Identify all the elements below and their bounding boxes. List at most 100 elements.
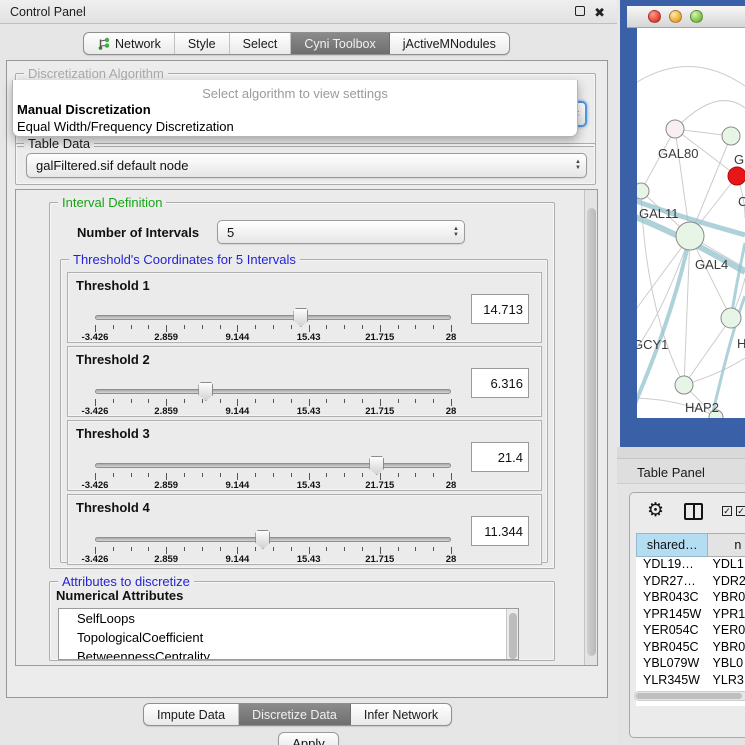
algorithm-option[interactable]: Manual Discretization xyxy=(13,101,577,118)
table-data-group-title: Table Data xyxy=(24,136,94,151)
apply-button[interactable]: Apply xyxy=(278,732,339,745)
tick-label: 21.715 xyxy=(365,480,394,491)
column-header[interactable]: n xyxy=(708,533,745,557)
control-panel-tabs: Network Style Select Cyni Toolbox jActiveMNo… xyxy=(83,32,510,55)
algorithm-popup-hint: Select algorithm to view settings xyxy=(13,80,577,101)
threshold-label: Threshold 3 xyxy=(76,426,150,441)
settings-scrollbar[interactable] xyxy=(584,190,597,665)
tick-label: 9.144 xyxy=(226,332,250,343)
network-icon xyxy=(97,37,110,50)
node-label: GCY1 xyxy=(637,337,668,352)
tab-label: jActiveMNodules xyxy=(403,37,496,51)
tab-label: Select xyxy=(243,37,278,51)
table-row[interactable]: YLR345WYLR3 xyxy=(636,673,745,690)
column-header[interactable]: shared… xyxy=(636,533,708,557)
numerical-attributes-label: Numerical Attributes xyxy=(56,588,183,603)
tab-discretize-data[interactable]: Discretize Data xyxy=(239,704,351,725)
thresholds-group: Threshold's Coordinates for 5 Intervals … xyxy=(60,259,548,563)
list-scrollbar[interactable] xyxy=(506,609,518,659)
table-row[interactable]: YER054CYER0 xyxy=(636,623,745,640)
minimize-traffic-light-icon[interactable] xyxy=(669,10,682,23)
tick-label: 2.859 xyxy=(154,406,178,417)
network-node[interactable] xyxy=(676,222,704,250)
network-node[interactable] xyxy=(675,376,693,394)
network-node[interactable] xyxy=(666,120,684,138)
tab-label: Discretize Data xyxy=(252,708,337,722)
network-canvas[interactable]: GAL80G.GAL11CGAL4GCY1HHAP2 xyxy=(637,28,745,418)
table-row[interactable]: YPR145WYPR1 xyxy=(636,607,745,624)
tab-impute-data[interactable]: Impute Data xyxy=(144,704,239,725)
tick-label: -3.426 xyxy=(82,406,109,417)
table-row[interactable]: YBL079WYBL0 xyxy=(636,656,745,673)
table-row[interactable]: YDR27…YDR2 xyxy=(636,574,745,591)
tab-style[interactable]: Style xyxy=(175,33,230,54)
tick-label: -3.426 xyxy=(82,554,109,565)
close-icon[interactable]: ✖ xyxy=(594,5,605,21)
tick-label: 21.715 xyxy=(365,406,394,417)
screen: Control Panel ✖ NetworkStyleSelectCyni T… xyxy=(0,0,745,745)
tick-label: 9.144 xyxy=(226,554,250,565)
tab-network[interactable]: Network xyxy=(84,33,175,54)
zoom-traffic-light-icon[interactable] xyxy=(690,10,703,23)
select-all-checkbox-icon[interactable]: ✓ xyxy=(722,506,732,516)
table-row[interactable]: YBR043CYBR0 xyxy=(636,590,745,607)
attribute-list-item[interactable]: TopologicalCoefficient xyxy=(59,628,518,647)
node-label: H xyxy=(737,336,745,351)
number-of-intervals-combobox[interactable]: 5 ▲▼ xyxy=(217,220,465,244)
interval-definition-title: Interval Definition xyxy=(58,195,166,210)
deselect-checkbox-icon[interactable]: ✓ xyxy=(736,506,745,516)
tab-select[interactable]: Select xyxy=(230,33,292,54)
tick-label: 15.43 xyxy=(297,480,321,491)
tick-label: 21.715 xyxy=(365,554,394,565)
number-of-intervals-label: Number of Intervals xyxy=(77,225,199,240)
threshold-panel: Threshold 1-3.4262.8599.14415.4321.71528… xyxy=(67,272,542,343)
thresholds-group-title: Threshold's Coordinates for 5 Intervals xyxy=(69,252,300,267)
network-edge[interactable] xyxy=(675,101,745,129)
attribute-list-item[interactable]: BetweennessCentrality xyxy=(59,647,518,660)
node-label: GAL11 xyxy=(639,206,679,221)
network-node[interactable] xyxy=(721,308,741,328)
cyni-mode-tabs: Impute Data Discretize Data Infer Network xyxy=(143,703,452,726)
threshold-label: Threshold 2 xyxy=(76,352,150,367)
network-window-titlebar xyxy=(627,6,745,28)
combo-arrows-icon: ▲▼ xyxy=(448,227,464,238)
network-edge[interactable] xyxy=(684,318,731,385)
threshold-value-field[interactable]: 11.344 xyxy=(471,516,529,546)
network-view-window: GAL80G.GAL11CGAL4GCY1HHAP2 xyxy=(620,0,745,447)
table-row[interactable]: YBR045CYBR0 xyxy=(636,640,745,657)
threshold-value-field[interactable]: 14.713 xyxy=(471,294,529,324)
tick-label: 9.144 xyxy=(226,406,250,417)
network-node[interactable] xyxy=(637,183,649,199)
table-data-combobox[interactable]: galFiltered.sif default node ▲▼ xyxy=(26,153,587,178)
tab-jactivemnodules[interactable]: jActiveMNodules xyxy=(390,33,509,54)
float-icon[interactable] xyxy=(575,6,585,16)
threshold-panel: Threshold 2-3.4262.8599.14415.4321.71528… xyxy=(67,346,542,417)
algorithm-popup: Select algorithm to view settings Manual… xyxy=(12,80,578,137)
gear-icon[interactable]: ⚙ xyxy=(647,499,664,522)
tab-label: Style xyxy=(188,37,216,51)
numerical-attributes-list[interactable]: SelfLoopsTopologicalCoefficientBetweenne… xyxy=(58,608,519,660)
attributes-group-title: Attributes to discretize xyxy=(58,574,194,589)
tick-label: 21.715 xyxy=(365,332,394,343)
network-node[interactable] xyxy=(722,127,740,145)
node-label: C xyxy=(738,194,745,209)
columns-icon[interactable] xyxy=(684,503,703,520)
algorithm-option[interactable]: Equal Width/Frequency Discretization xyxy=(13,118,577,135)
close-traffic-light-icon[interactable] xyxy=(648,10,661,23)
tab-label: Cyni Toolbox xyxy=(304,37,375,51)
tick-label: 28 xyxy=(446,554,457,565)
table-hscrollbar[interactable] xyxy=(634,691,745,701)
attribute-list-item[interactable]: SelfLoops xyxy=(59,609,518,628)
tick-label: 2.859 xyxy=(154,480,178,491)
node-table: ⚙ ✓ ✓ shared…n YDL19…YDL1YDR27…YDR2YBR04… xyxy=(629,492,745,738)
threshold-label: Threshold 4 xyxy=(76,500,150,515)
network-edge[interactable] xyxy=(731,243,745,318)
tab-cyni-toolbox[interactable]: Cyni Toolbox xyxy=(291,33,389,54)
table-row[interactable]: YDL19…YDL1 xyxy=(636,557,745,574)
network-edge[interactable] xyxy=(637,66,745,88)
table-panel-title: Table Panel xyxy=(637,465,705,480)
threshold-value-field[interactable]: 6.316 xyxy=(471,368,529,398)
network-node[interactable] xyxy=(728,167,745,185)
threshold-value-field[interactable]: 21.4 xyxy=(471,442,529,472)
tab-infer-network[interactable]: Infer Network xyxy=(351,704,451,725)
